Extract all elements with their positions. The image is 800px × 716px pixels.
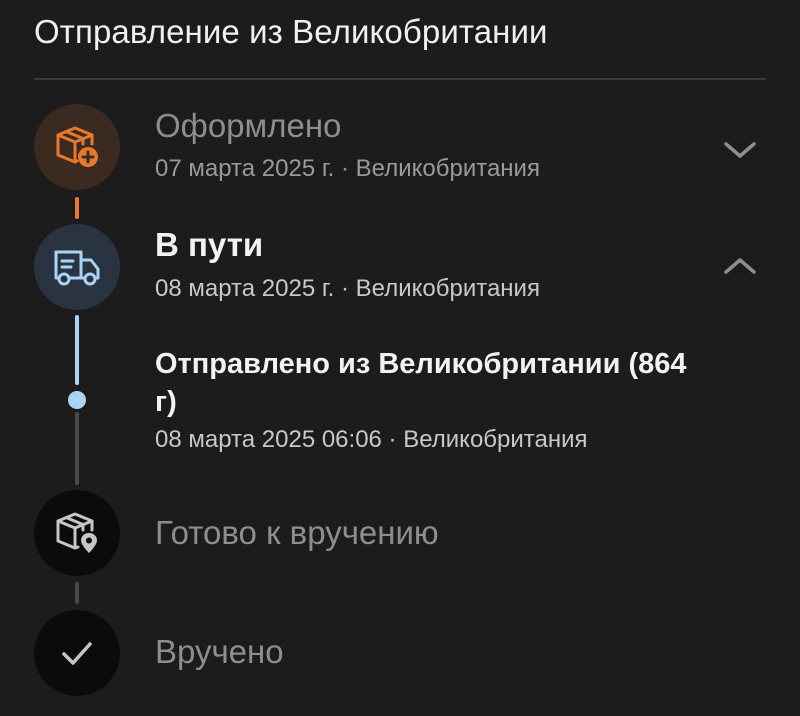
step-delivered-circle: [34, 610, 120, 696]
step-ready-circle: [34, 490, 120, 576]
timeline-connector-done: [75, 197, 79, 219]
event-meta: 08 марта 2025 06:06 · Великобритания: [155, 426, 588, 453]
step-registered-meta: 07 марта 2025 г. · Великобритания: [155, 155, 540, 182]
chevron-up-icon[interactable]: [722, 254, 758, 278]
box-location-icon: [56, 512, 97, 553]
timeline-connector-pending: [75, 582, 79, 604]
timeline-event-dot: [68, 391, 86, 409]
timeline-connector-current: [75, 315, 79, 385]
page-title: Отправление из Великобритании: [34, 13, 548, 50]
step-registered-label[interactable]: Оформлено: [155, 107, 341, 145]
truck-icon: [54, 250, 100, 286]
box-plus-icon: [56, 126, 98, 167]
header-divider: [34, 78, 766, 80]
step-registered-circle: [34, 104, 120, 190]
timeline-connector-pending: [75, 412, 79, 485]
event-title: Отправлено из Великобритании (864 г): [155, 348, 687, 418]
step-ready-label[interactable]: Готово к вручению: [155, 514, 439, 552]
step-in-transit-label[interactable]: В пути: [155, 226, 263, 264]
step-in-transit-circle: [34, 224, 120, 310]
step-delivered-label[interactable]: Вручено: [155, 633, 284, 671]
chevron-down-icon[interactable]: [722, 137, 758, 161]
checkmark-icon: [62, 642, 92, 665]
step-in-transit-meta: 08 марта 2025 г. · Великобритания: [155, 275, 540, 302]
